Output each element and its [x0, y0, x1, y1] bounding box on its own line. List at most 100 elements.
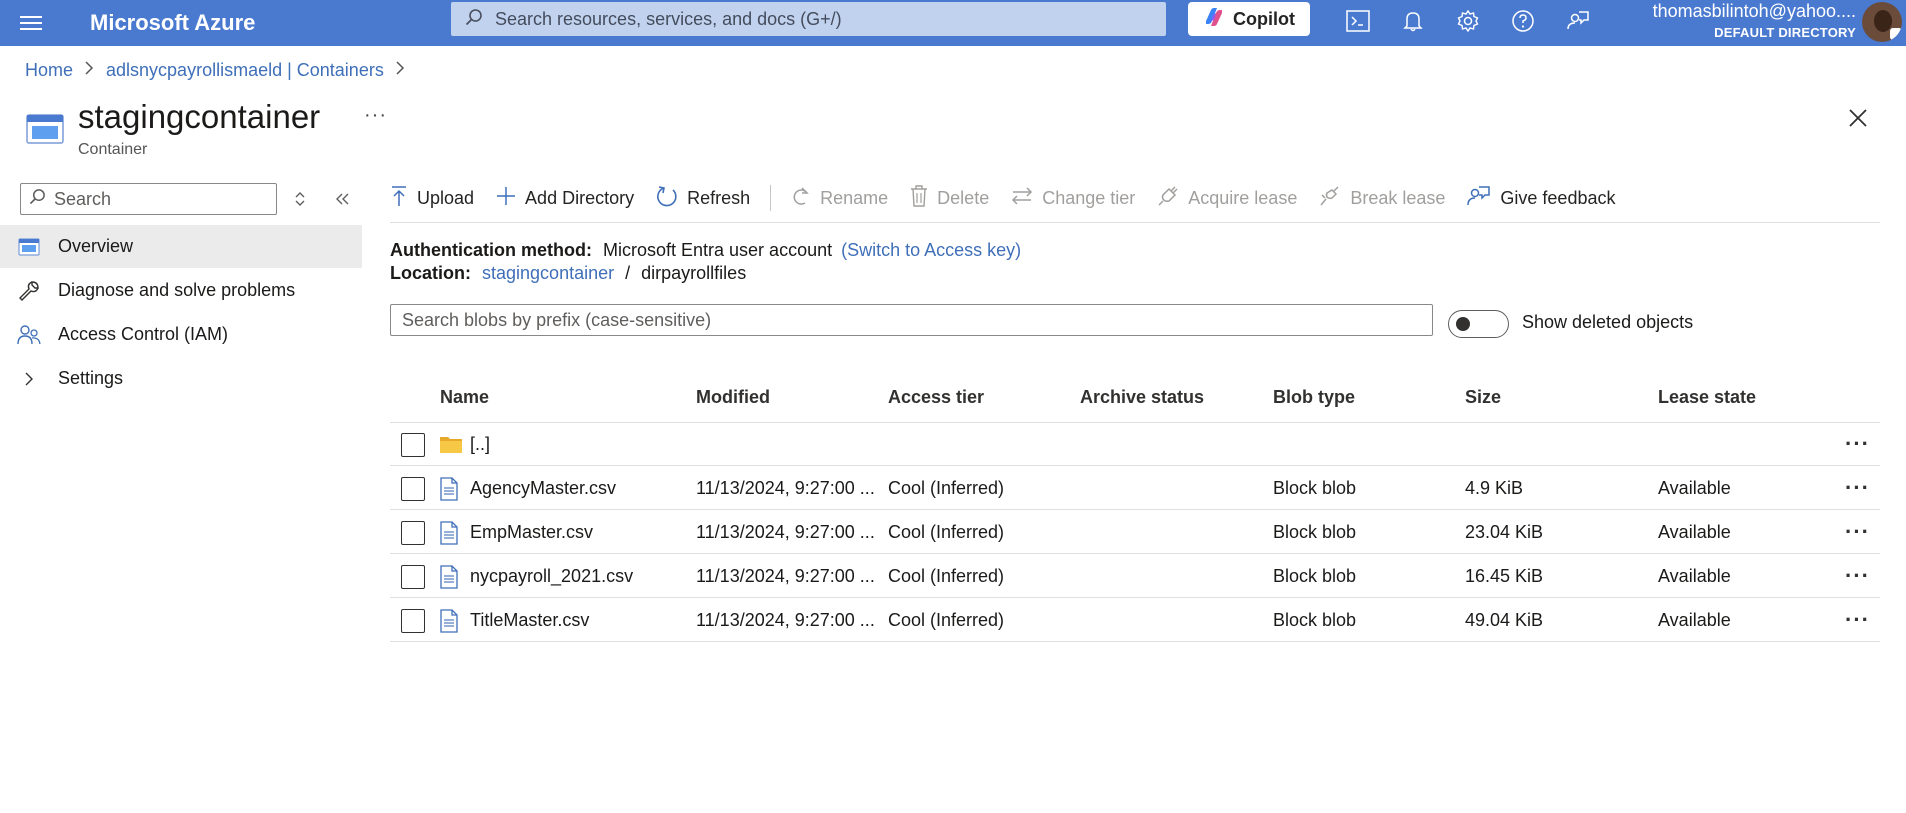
plus-icon — [496, 186, 516, 211]
row-name[interactable]: TitleMaster.csv — [470, 599, 589, 642]
settings-gear-icon[interactable] — [1453, 6, 1483, 36]
row-more-options-icon[interactable]: ··· — [1845, 475, 1870, 501]
acquire-lease-button[interactable]: Acquire lease — [1157, 185, 1297, 212]
nav-item-overview[interactable]: Overview — [0, 225, 362, 268]
switch-to-access-key-link[interactable]: (Switch to Access key) — [841, 240, 1021, 260]
nav-item-diagnose[interactable]: Diagnose and solve problems — [0, 269, 362, 312]
row-checkbox[interactable] — [401, 521, 425, 545]
row-blob-type: Block blob — [1273, 478, 1357, 498]
row-blob-type: Block blob — [1273, 566, 1357, 586]
sort-icon[interactable] — [290, 188, 310, 210]
column-header-name[interactable]: Name — [440, 387, 489, 408]
breadcrumb-home-link[interactable]: Home — [25, 60, 73, 81]
copilot-button[interactable]: Copilot — [1188, 2, 1310, 36]
row-checkbox[interactable] — [401, 565, 425, 589]
account-directory: DEFAULT DIRECTORY — [1714, 25, 1856, 40]
column-header-lease-state[interactable]: Lease state — [1658, 387, 1756, 408]
row-size: 23.04 KiB — [1465, 522, 1544, 542]
table-row[interactable]: nycpayroll_2021.csv 11/13/2024, 9:27:00 … — [390, 555, 1880, 598]
table-row[interactable]: [..] ··· — [390, 423, 1880, 466]
location-label: Location: — [390, 263, 471, 283]
avatar[interactable] — [1862, 2, 1902, 42]
column-header-size[interactable]: Size — [1465, 387, 1501, 408]
give-feedback-button[interactable]: Give feedback — [1467, 185, 1615, 212]
account-menu[interactable]: thomasbilintoh@yahoo.... DEFAULT DIRECTO… — [1653, 0, 1856, 40]
row-more-options-icon[interactable]: ··· — [1845, 519, 1870, 545]
container-icon — [26, 114, 64, 144]
column-header-access-tier[interactable]: Access tier — [888, 387, 984, 408]
row-name[interactable]: EmpMaster.csv — [470, 511, 593, 554]
show-deleted-toggle[interactable] — [1448, 310, 1509, 338]
show-deleted-label: Show deleted objects — [1522, 312, 1694, 332]
row-name[interactable]: AgencyMaster.csv — [470, 467, 616, 510]
row-modified: 11/13/2024, 9:27:00 ... — [696, 522, 875, 542]
row-more-options-icon[interactable]: ··· — [1845, 431, 1870, 457]
command-bar: Upload Add Directory Refresh Rename Dele… — [390, 178, 1637, 218]
file-icon — [439, 609, 461, 633]
upload-button[interactable]: Upload — [390, 185, 474, 212]
nav-item-label: Settings — [58, 368, 124, 388]
column-header-modified[interactable]: Modified — [696, 387, 770, 408]
row-more-options-icon[interactable]: ··· — [1845, 607, 1870, 633]
folder-icon — [439, 433, 462, 457]
upload-icon — [390, 185, 408, 212]
rename-button[interactable]: Rename — [791, 185, 888, 212]
nav-item-access-control[interactable]: Access Control (IAM) — [0, 313, 362, 356]
people-icon — [0, 324, 58, 346]
collapse-nav-icon[interactable] — [332, 188, 352, 210]
nav-search-input[interactable]: Search — [20, 183, 277, 215]
row-name[interactable]: nycpayroll_2021.csv — [470, 555, 633, 598]
nav-item-label: Overview — [58, 236, 134, 256]
copilot-icon — [1203, 7, 1225, 32]
page-subtitle: Container — [78, 141, 148, 158]
help-icon[interactable] — [1508, 6, 1538, 36]
refresh-button[interactable]: Refresh — [656, 185, 750, 212]
toolbar-divider-line — [390, 222, 1880, 223]
row-checkbox[interactable] — [401, 477, 425, 501]
break-lease-button[interactable]: Break lease — [1319, 185, 1445, 212]
row-blob-type: Block blob — [1273, 522, 1357, 542]
close-icon[interactable] — [1844, 104, 1872, 132]
table-row[interactable]: EmpMaster.csv 11/13/2024, 9:27:00 ... Co… — [390, 511, 1880, 554]
table-row[interactable]: AgencyMaster.csv 11/13/2024, 9:27:00 ...… — [390, 467, 1880, 510]
acquire-lease-label: Acquire lease — [1188, 187, 1298, 208]
hamburger-menu-icon[interactable] — [0, 0, 62, 46]
delete-button[interactable]: Delete — [910, 184, 990, 212]
blob-search-placeholder: Search blobs by prefix (case-sensitive) — [402, 309, 712, 330]
breadcrumb: Home adlsnycpayrollismaeld | Containers — [25, 60, 417, 81]
row-more-options-icon[interactable]: ··· — [1845, 563, 1870, 589]
blob-prefix-search-input[interactable]: Search blobs by prefix (case-sensitive) — [390, 304, 1433, 336]
unplug-icon — [1319, 185, 1341, 212]
feedback-icon[interactable] — [1563, 6, 1593, 36]
more-options-icon[interactable]: ··· — [364, 104, 387, 127]
chevron-right-icon — [396, 61, 405, 80]
row-modified: 11/13/2024, 9:27:00 ... — [696, 478, 875, 498]
container-icon — [0, 237, 58, 256]
column-header-blob-type[interactable]: Blob type — [1273, 387, 1355, 408]
copilot-label: Copilot — [1233, 8, 1295, 29]
column-header-archive-status[interactable]: Archive status — [1080, 387, 1204, 408]
row-name[interactable]: [..] — [470, 423, 490, 466]
search-icon — [465, 8, 483, 31]
table-row[interactable]: TitleMaster.csv 11/13/2024, 9:27:00 ... … — [390, 599, 1880, 642]
notifications-bell-icon[interactable] — [1398, 6, 1428, 36]
row-size: 16.45 KiB — [1465, 566, 1544, 586]
toggle-knob — [1456, 317, 1470, 331]
upload-label: Upload — [417, 187, 475, 208]
nav-item-settings[interactable]: Settings — [0, 357, 362, 400]
chevron-right-icon — [85, 61, 94, 80]
row-checkbox[interactable] — [401, 609, 425, 633]
brand-logo-text[interactable]: Microsoft Azure — [60, 10, 450, 36]
global-search-input[interactable]: Search resources, services, and docs (G+… — [451, 2, 1166, 36]
cloud-shell-icon[interactable] — [1343, 6, 1373, 36]
breadcrumb-storage-account-link[interactable]: adlsnycpayrollismaeld | Containers — [106, 60, 384, 81]
row-checkbox[interactable] — [401, 433, 425, 457]
row-modified: 11/13/2024, 9:27:00 ... — [696, 610, 875, 630]
delete-label: Delete — [937, 187, 990, 208]
auth-method-label: Authentication method: — [390, 240, 592, 260]
change-tier-button[interactable]: Change tier — [1011, 186, 1135, 211]
break-lease-label: Break lease — [1350, 187, 1446, 208]
location-container-link[interactable]: stagingcontainer — [482, 263, 614, 283]
row-size: 49.04 KiB — [1465, 610, 1544, 630]
add-directory-button[interactable]: Add Directory — [496, 186, 634, 211]
